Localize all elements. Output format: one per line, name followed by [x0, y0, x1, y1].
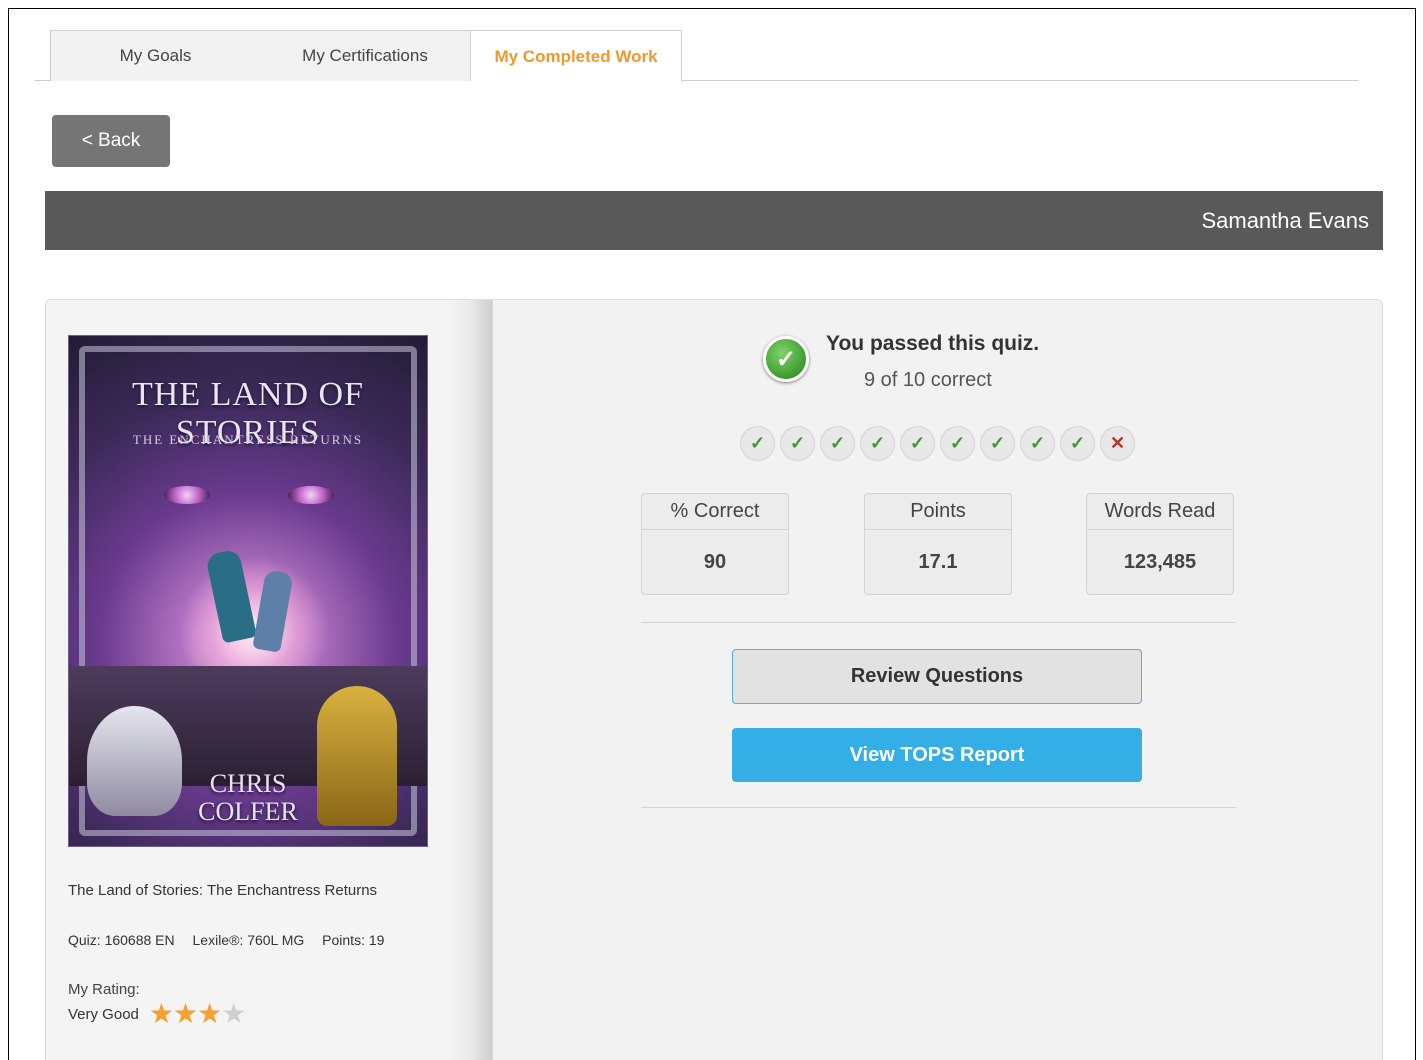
stat-label: Points [865, 494, 1011, 530]
cover-eye-right [288, 486, 334, 504]
divider [641, 622, 1236, 623]
tab-my-completed-work[interactable]: My Completed Work [471, 30, 682, 82]
stat-value: 17.1 [918, 550, 958, 573]
rating-label: My Rating: [68, 981, 140, 998]
lexile-level: Lexile®: 760L MG [192, 932, 305, 948]
correct-check-icon: ✓ [1060, 426, 1095, 461]
quiz-result-card: THE LAND OF STORIES THE ENCHANTRESS RETU… [45, 299, 1383, 1060]
correct-check-icon: ✓ [740, 426, 775, 461]
correct-check-icon: ✓ [980, 426, 1015, 461]
quiz-number: Quiz: 160688 EN [68, 932, 175, 948]
stat-value: 90 [703, 550, 727, 573]
book-title: The Land of Stories: The Enchantress Ret… [68, 882, 378, 899]
rating-value: Very Good ★★★★ [68, 998, 246, 1029]
stat-label: % Correct [642, 494, 788, 530]
correct-check-icon: ✓ [820, 426, 855, 461]
view-tops-report-button[interactable]: View TOPS Report [732, 728, 1142, 782]
stat-value: 123,485 [1123, 550, 1197, 573]
stat-label: Words Read [1087, 494, 1233, 530]
answer-indicators: ✓ ✓ ✓ ✓ ✓ ✓ ✓ ✓ ✓ ✕ [740, 426, 1135, 461]
book-points: Points: 19 [322, 932, 385, 948]
result-title: You passed this quiz. [826, 332, 1040, 355]
cover-author: CHRIS COLFER [69, 770, 427, 826]
cover-author-line1: CHRIS [209, 769, 287, 798]
tab-bar: My Goals My Certifications My Completed … [35, 30, 1359, 82]
cover-eye-left [164, 486, 210, 504]
stat-percent-correct: % Correct 90 [641, 493, 789, 595]
book-panel-shadow [451, 300, 493, 1060]
divider [641, 807, 1236, 808]
correct-check-icon: ✓ [780, 426, 815, 461]
student-name-bar: Samantha Evans [45, 191, 1383, 250]
correct-check-icon: ✓ [900, 426, 935, 461]
star-filled-icon: ★ [197, 998, 222, 1029]
tab-my-certifications[interactable]: My Certifications [260, 30, 471, 81]
passed-check-icon: ✓ [763, 336, 809, 382]
page-frame: My Goals My Certifications My Completed … [8, 8, 1416, 1060]
panel-divider [492, 300, 493, 1060]
cover-subtitle: THE ENCHANTRESS RETURNS [132, 432, 364, 447]
incorrect-x-icon: ✕ [1100, 426, 1135, 461]
back-button[interactable]: < Back [52, 115, 170, 167]
cover-eyes [164, 486, 334, 516]
book-panel: THE LAND OF STORIES THE ENCHANTRESS RETU… [46, 300, 493, 1060]
review-questions-button[interactable]: Review Questions [732, 649, 1142, 704]
star-filled-icon: ★ [173, 998, 198, 1029]
book-cover-image: THE LAND OF STORIES THE ENCHANTRESS RETU… [68, 335, 428, 847]
cover-author-line2: COLFER [198, 797, 298, 826]
correct-check-icon: ✓ [860, 426, 895, 461]
quiz-info: Quiz: 160688 EN Lexile®: 760L MG Points:… [68, 932, 398, 948]
result-score: 9 of 10 correct [864, 369, 992, 391]
star-empty-icon: ★ [221, 998, 246, 1029]
rating-text: Very Good [68, 1005, 139, 1023]
stat-words-read: Words Read 123,485 [1086, 493, 1234, 595]
rating-stars: ★★★★ [148, 998, 246, 1029]
correct-check-icon: ✓ [940, 426, 975, 461]
star-filled-icon: ★ [148, 998, 174, 1029]
tab-my-goals[interactable]: My Goals [50, 30, 261, 81]
student-name: Samantha Evans [1201, 207, 1369, 233]
correct-check-icon: ✓ [1020, 426, 1055, 461]
stat-points: Points 17.1 [864, 493, 1012, 595]
